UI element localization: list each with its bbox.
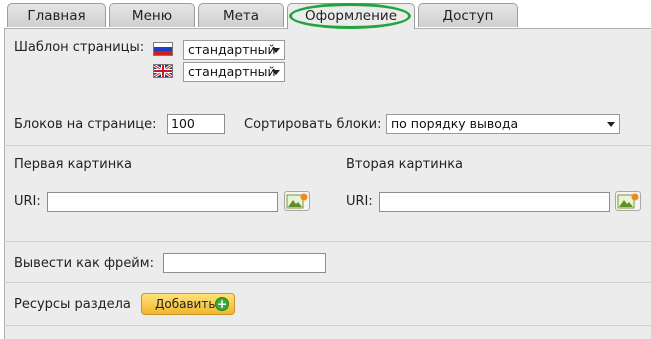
image-picker-icon <box>617 193 639 209</box>
template-label: Шаблон страницы: <box>14 40 145 55</box>
template-select-en-value: стандартный <box>188 64 276 79</box>
first-image-picker-button[interactable] <box>284 191 310 211</box>
add-resource-button[interactable]: Добавить + <box>141 293 235 315</box>
second-image-title: Вторая картинка <box>346 157 464 172</box>
template-select-ru-value: стандартный <box>188 42 276 57</box>
tab-menu-label: Меню <box>131 8 173 24</box>
tab-meta-label: Мета <box>222 8 260 24</box>
chevron-down-icon <box>272 70 280 75</box>
blocks-per-page-value: 100 <box>171 116 195 131</box>
chevron-down-icon <box>272 48 280 53</box>
tab-access[interactable]: Доступ <box>418 3 518 27</box>
divider <box>4 325 651 326</box>
divider <box>4 241 651 242</box>
tab-menu[interactable]: Меню <box>109 3 195 27</box>
second-image-uri-input[interactable] <box>379 192 610 212</box>
divider <box>4 145 651 146</box>
blocks-per-page-input[interactable]: 100 <box>167 114 225 134</box>
second-image-uri-label: URI: <box>346 194 373 209</box>
second-image-picker-button[interactable] <box>615 191 641 211</box>
plus-icon: + <box>215 297 229 311</box>
frame-input[interactable] <box>163 253 326 273</box>
tab-main-label: Главная <box>27 8 86 24</box>
sort-blocks-value: по порядку вывода <box>391 116 519 131</box>
sort-blocks-label: Сортировать блоки: <box>244 117 382 132</box>
chevron-down-icon <box>607 122 615 127</box>
first-image-uri-label: URI: <box>14 194 41 209</box>
tab-access-label: Доступ <box>442 8 494 24</box>
resources-label: Ресурсы раздела <box>14 297 131 312</box>
frame-label: Вывести как фрейм: <box>14 256 154 271</box>
sort-blocks-select[interactable]: по порядку вывода <box>386 114 620 134</box>
russian-flag-icon <box>153 42 173 56</box>
image-picker-icon <box>286 193 308 209</box>
highlight-ring <box>289 3 411 29</box>
blocks-per-page-label: Блоков на странице: <box>14 117 157 132</box>
uk-flag-icon <box>153 64 173 78</box>
first-image-uri-input[interactable] <box>47 192 278 212</box>
template-select-en[interactable]: стандартный <box>183 62 285 82</box>
tab-meta[interactable]: Мета <box>198 3 284 27</box>
template-select-ru[interactable]: стандартный <box>183 40 285 60</box>
design-panel <box>4 28 651 339</box>
divider <box>4 282 651 283</box>
tab-main[interactable]: Главная <box>7 3 106 27</box>
first-image-title: Первая картинка <box>14 157 133 172</box>
add-resource-label: Добавить <box>155 297 216 311</box>
